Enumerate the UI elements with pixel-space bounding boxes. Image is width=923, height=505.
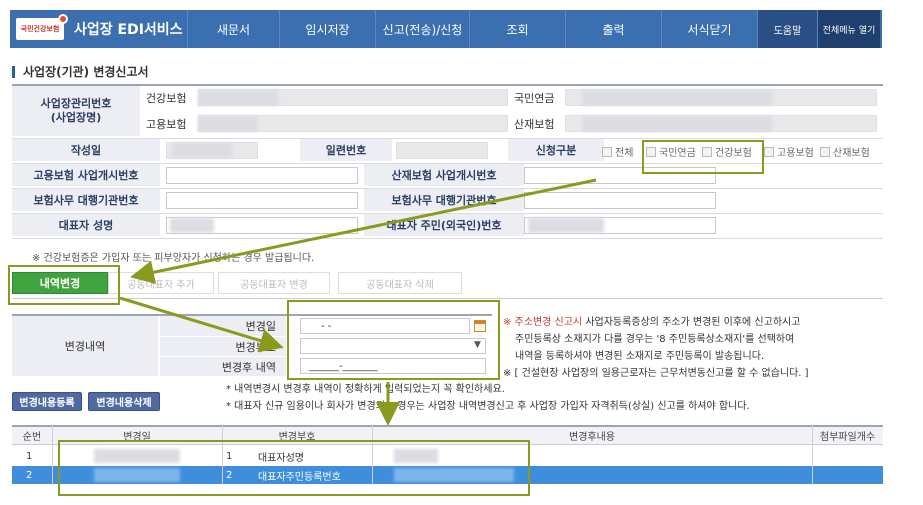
annotation-box-inputs	[287, 300, 500, 380]
annotation-box-checks	[642, 140, 764, 174]
notice-line4: ※ [ 건설현장 사업장의 일용근로자는 근무처변동신고를 할 수 없습니다. …	[503, 368, 809, 379]
agency-no2-field[interactable]	[524, 192, 716, 209]
health-ins-label: 건강보험	[146, 92, 187, 105]
mgmt-no-label: 사업장관리번호 (사업장명)	[12, 86, 140, 136]
check-industrial-label: 산재보험	[833, 148, 870, 159]
agency-no2-label: 보험사무 대행기관번호	[364, 189, 524, 211]
change-section-label: 변경내역	[12, 316, 158, 376]
industrial-ins-label: 산재보험	[514, 118, 555, 131]
serial-no-label: 일련번호	[300, 139, 392, 161]
check-employ[interactable]: 고용보험	[764, 144, 814, 159]
written-date-label: 작성일	[12, 139, 160, 161]
nav-close-form[interactable]: 서식닫기	[662, 10, 758, 48]
notice-line1: 사업자등록증상의 주소가 변경된 이후에 신고하시고	[582, 317, 801, 328]
nav-print[interactable]: 출력	[566, 10, 662, 48]
notice-line6: * 대표자 신규 임용이나 회사가 변경되는 경우는 사업장 내역변경신고 후 …	[226, 401, 750, 412]
top-navigation: 국민건강보험 사업장 EDI서비스 새문서 임시저장 신고(전송)/신청 조회 …	[10, 10, 882, 48]
col-no: 순번	[12, 425, 52, 445]
register-change-button[interactable]: 변경내용등록	[12, 392, 82, 411]
nav-help[interactable]: 도움말	[758, 10, 818, 48]
serial-no-field[interactable]	[396, 142, 488, 159]
industrial-reg-no-label: 산재보험 사업개시번호	[364, 164, 524, 186]
nav-submit[interactable]: 신고(전송)/신청	[376, 10, 470, 48]
annotation-box-tab	[8, 265, 120, 305]
check-all-label: 전체	[615, 148, 634, 159]
nhis-logo-icon: 국민건강보험	[16, 14, 68, 40]
notice-red: ※ 주소변경 신고시	[503, 317, 583, 328]
apply-type-label: 신청구분	[508, 139, 604, 161]
rep-name-label: 대표자 성명	[12, 214, 160, 236]
nav-new-doc[interactable]: 새문서	[188, 10, 280, 48]
annotation-box-rows	[58, 440, 530, 496]
tab-add-corep[interactable]: 공동대표자 추가	[108, 272, 214, 294]
employ-reg-no-field[interactable]	[166, 167, 358, 184]
check-employ-label: 고용보험	[777, 148, 814, 159]
row-no: 1	[26, 450, 33, 462]
address-change-notice: ※ 주소변경 신고시 사업자등록증상의 주소가 변경된 이후에 신고하시고 주민…	[503, 314, 809, 382]
change-after-label: 변경후 내역	[160, 357, 286, 376]
delete-change-button[interactable]: 변경내용삭제	[88, 392, 160, 411]
nav-inquiry[interactable]: 조회	[470, 10, 566, 48]
check-industrial[interactable]: 산재보험	[820, 144, 870, 159]
notice-line2: 주민등록상 소재지가 다를 경우는 '8 주민등록상소재지'를 선택하여	[515, 334, 795, 345]
nav-temp-save[interactable]: 임시저장	[280, 10, 376, 48]
tab-delete-corep[interactable]: 공동대표자 삭제	[338, 272, 462, 294]
logo[interactable]: 국민건강보험 사업장 EDI서비스	[10, 10, 188, 48]
check-all[interactable]: 전체	[602, 144, 633, 159]
notice-line3: 내역을 등록하셔야 변경된 소재지로 주민등록이 발송됩니다.	[515, 351, 765, 362]
page-title-text: 사업장(기관) 변경신고서	[23, 65, 149, 79]
logo-title: 사업장 EDI서비스	[74, 22, 183, 38]
logo-badge-text: 국민건강보험	[20, 25, 60, 33]
agency-no-field[interactable]	[166, 192, 358, 209]
rep-id-label: 대표자 주민(외국인)번호	[364, 214, 524, 236]
notice-line5: * 내역변경시 변경후 내역이 정확하게 입력되었는지 꼭 확인하세요.	[226, 384, 505, 395]
employ-ins-label: 고용보험	[146, 118, 187, 131]
agency-no-label: 보험사무 대행기관번호	[12, 189, 160, 211]
col-attach: 첨부파일개수	[812, 425, 883, 445]
nav-all-menu[interactable]: 전체메뉴 열기	[818, 10, 880, 48]
page-title: 사업장(기관) 변경신고서	[12, 63, 149, 80]
employ-reg-no-label: 고용보험 사업개시번호	[12, 164, 160, 186]
tab-change-corep[interactable]: 공동대표자 변경	[218, 272, 330, 294]
change-code-label: 변경부호	[160, 337, 286, 356]
row-no: 2	[26, 469, 33, 481]
form-note: ※ 건강보험증은 가입자 또는 피부양자가 신청하는 경우 발급됩니다.	[32, 253, 315, 264]
change-date-label: 변경일	[160, 316, 286, 336]
pension-label: 국민연금	[514, 92, 555, 105]
